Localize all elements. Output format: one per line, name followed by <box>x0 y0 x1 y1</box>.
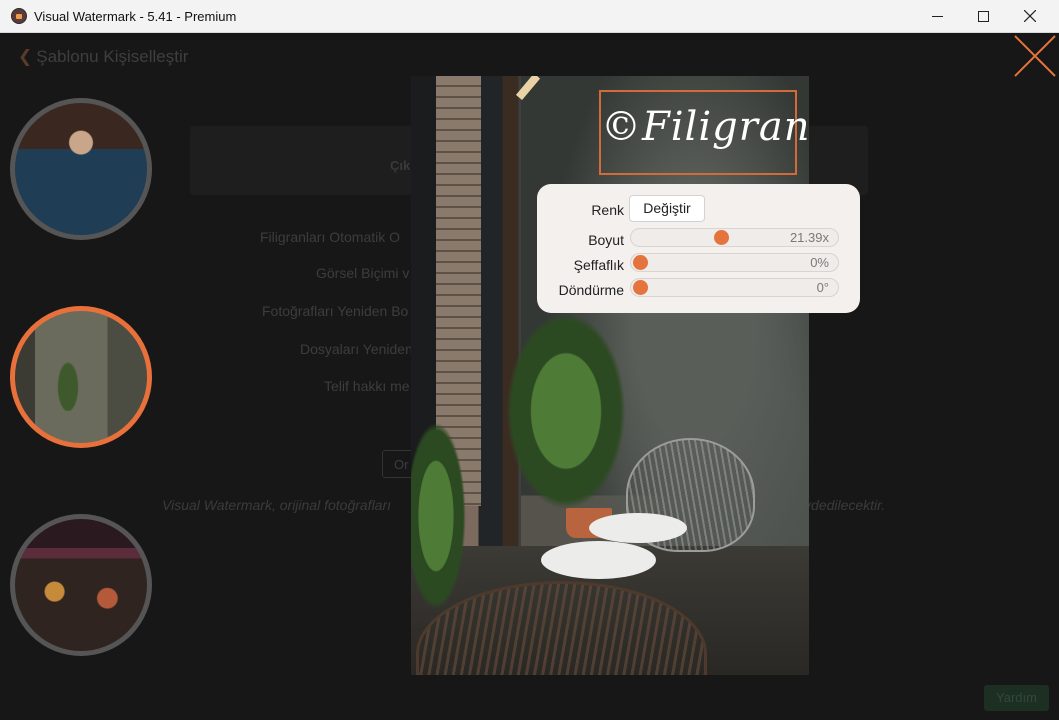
background-panel-label: Çık <box>390 158 411 173</box>
footer-text-left: Visual Watermark, orijinal fotoğrafları <box>162 497 392 513</box>
footer-text-right: ydedilecektir. <box>804 497 886 513</box>
close-preview-button[interactable] <box>1013 34 1057 78</box>
photo-plant <box>411 406 471 626</box>
window-close-button[interactable] <box>1007 0 1053 33</box>
maximize-button[interactable] <box>960 0 1006 33</box>
photo-table <box>589 513 687 543</box>
template-thumbnail-shop[interactable] <box>10 514 152 656</box>
opacity-slider[interactable]: 0% <box>630 253 839 272</box>
background-option: Telif hakkı me <box>324 378 410 394</box>
close-icon <box>1024 10 1036 22</box>
background-option: Fotoğrafları Yeniden Bo <box>262 303 409 319</box>
maximize-icon <box>978 11 989 22</box>
watermark-text: ©Filigran <box>601 104 809 150</box>
rotation-label: Döndürme <box>558 282 624 298</box>
opacity-slider-knob[interactable] <box>633 255 648 270</box>
color-label: Renk <box>591 202 624 218</box>
background-option: Filigranları Otomatik O <box>260 229 401 245</box>
template-thumbnail-cafe[interactable] <box>10 306 152 448</box>
template-thumbnail-canal[interactable] <box>10 98 152 240</box>
rotation-slider-knob[interactable] <box>633 280 648 295</box>
minimize-button[interactable] <box>914 0 960 33</box>
change-color-button[interactable]: Değiştir <box>629 195 705 222</box>
background-option: Görsel Biçimi v <box>316 265 410 281</box>
opacity-label: Şeffaflık <box>573 257 624 273</box>
size-label: Boyut <box>588 232 624 248</box>
title-bar: Visual Watermark - 5.41 - Premium <box>0 0 1059 33</box>
preview-photo: ©Filigran <box>411 76 809 675</box>
chevron-left-icon: ❮ <box>18 47 33 66</box>
rotation-value: 0° <box>816 280 829 295</box>
window-title: Visual Watermark - 5.41 - Premium <box>34 9 237 24</box>
rotation-slider[interactable]: 0° <box>630 278 839 297</box>
size-slider[interactable]: 21.39x <box>630 228 839 247</box>
watermark-box[interactable]: ©Filigran <box>599 90 809 175</box>
watermark-settings-panel: Renk Değiştir Boyut 21.39x Şeffaflık 0% … <box>537 184 860 313</box>
background-option: Dosyaları Yeniden <box>300 341 413 357</box>
size-value: 21.39x <box>789 230 829 245</box>
minimize-icon <box>932 16 943 17</box>
help-button[interactable]: Yardım <box>984 685 1049 711</box>
opacity-value: 0% <box>810 255 829 270</box>
close-icon <box>1014 35 1056 77</box>
photo-table <box>541 541 656 579</box>
photo-plant <box>496 296 636 526</box>
app-icon <box>11 8 27 24</box>
size-slider-knob[interactable] <box>713 230 729 245</box>
back-link[interactable]: ❮ Şablonu Kişiselleştir <box>18 47 188 67</box>
back-link-label: Şablonu Kişiselleştir <box>36 47 189 66</box>
plant-image <box>53 351 83 411</box>
